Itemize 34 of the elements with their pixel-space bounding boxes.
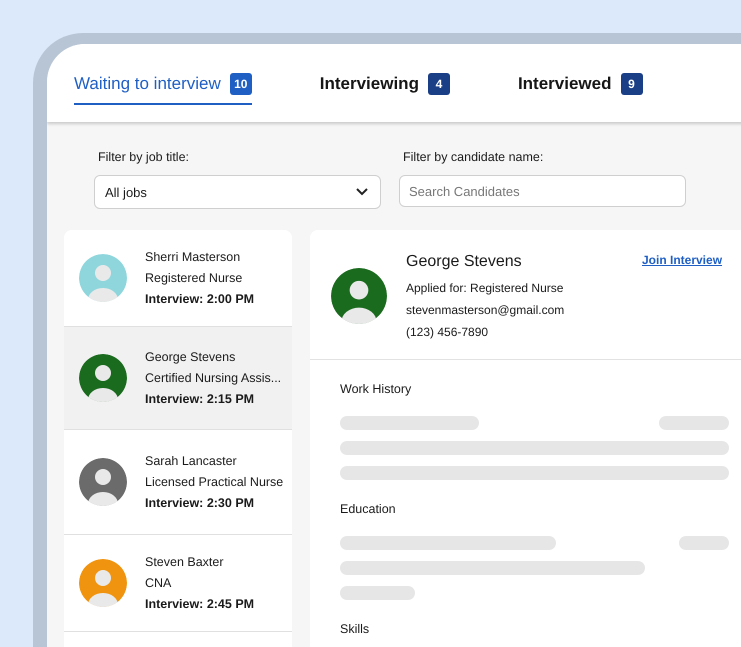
candidate-role: CNA (145, 576, 172, 590)
search-field[interactable]: Search Candidates (399, 175, 686, 207)
candidate-name: George Stevens (145, 350, 236, 364)
candidate-role: Registered Nurse (145, 271, 244, 285)
tab[interactable]: Interviewed 9 (518, 73, 642, 105)
section-title: Skills (340, 622, 370, 636)
section-title: Work History (340, 382, 412, 396)
tab[interactable]: Interviewing 4 (320, 73, 450, 105)
join-interview-link[interactable]: Join Interview (642, 253, 722, 267)
section-title: Education (340, 502, 397, 516)
count-badge: 4 (428, 73, 450, 95)
interview-time: Interview: 2:15 PM (145, 392, 256, 406)
job-title-dropdown[interactable]: All jobs (94, 175, 381, 209)
filter-label: Filter by candidate name: (402, 150, 544, 164)
candidate-email: stevenmasterson@gmail.com (406, 303, 566, 317)
count-badge: 9 (620, 73, 642, 95)
interview-time: Interview: 2:45 PM (145, 597, 254, 611)
candidate-name: Sherri Masterson (145, 250, 242, 264)
interview-time: Interview: 2:30 PM (145, 496, 256, 510)
count-badge: 10 (230, 73, 252, 95)
candidate-role: Licensed Practical Nurse (145, 475, 284, 489)
applied-position: Applied for: Registered Nurse (406, 281, 564, 295)
candidate-name: George Stevens (406, 253, 523, 271)
candidate-phone: (123) 456-7890 (406, 325, 490, 339)
candidate-name: Steven Baxter (145, 555, 225, 569)
skeleton-line (679, 536, 729, 550)
tab[interactable]: Waiting to interview 10 (74, 73, 252, 105)
candidate-role: Certified Nursing Assis... (145, 371, 282, 385)
filter-label: Filter by job title: (97, 150, 190, 164)
candidate-name: Sarah Lancaster (145, 454, 238, 468)
chevron-down-icon (356, 188, 368, 196)
interview-time: Interview: 2:00 PM (145, 292, 254, 306)
skeleton-line (659, 416, 729, 430)
candidate-item[interactable]: George Stevens Certified Nursing Assis... Interview: 2:15 PM (64, 327, 292, 430)
